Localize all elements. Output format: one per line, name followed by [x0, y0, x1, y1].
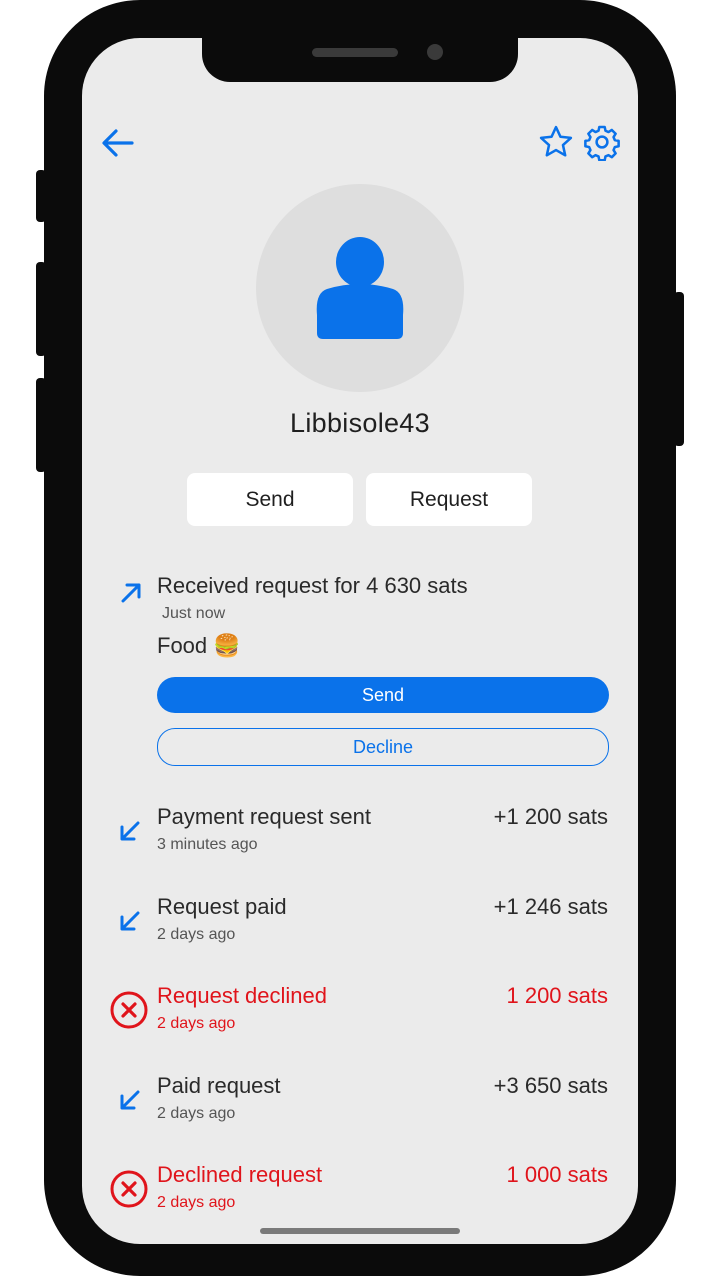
arrow-down-left-icon [115, 906, 145, 936]
pending-decline-button[interactable]: Decline [157, 728, 609, 766]
star-icon [539, 125, 573, 157]
pending-request-time: Just now [162, 605, 226, 622]
profile-username: Libbisole43 [290, 408, 430, 438]
transaction-time: 3 minutes ago [157, 836, 258, 853]
pending-send-button[interactable]: Send [157, 677, 609, 713]
transaction-amount: 1 200 sats [506, 983, 608, 1008]
notch [202, 38, 518, 82]
side-button-volume-up [36, 262, 46, 356]
send-button[interactable]: Send [187, 473, 353, 526]
transaction-time: 2 days ago [157, 1194, 236, 1211]
transaction-amount: 1 000 sats [506, 1162, 608, 1187]
request-button[interactable]: Request [366, 473, 532, 526]
transaction-title: Paid request [157, 1073, 281, 1098]
arrow-up-right-icon [116, 578, 146, 608]
transaction-amount: +3 650 sats [493, 1073, 608, 1098]
home-indicator[interactable] [260, 1228, 460, 1234]
back-button[interactable] [98, 126, 138, 160]
gear-icon [584, 125, 620, 161]
side-button-volume-down [36, 378, 46, 472]
avatar [256, 184, 464, 392]
pending-request-title: Received request for 4 630 sats [157, 573, 468, 598]
pending-request-note: Food 🍔 [157, 633, 241, 658]
declined-x-icon [109, 990, 149, 1030]
side-button-mute [36, 170, 46, 222]
arrow-down-left-icon [115, 1085, 145, 1115]
transaction-time: 2 days ago [157, 926, 236, 943]
transaction-title: Payment request sent [157, 804, 372, 829]
transaction-time: 2 days ago [157, 1015, 236, 1032]
transaction-title: Request paid [157, 894, 287, 919]
declined-x-icon [109, 1169, 149, 1209]
user-icon [316, 237, 404, 339]
front-camera [427, 44, 443, 60]
app-screen: Libbisole43 Send Request Received reques… [82, 38, 638, 1244]
transaction-amount: +1 246 sats [493, 894, 608, 919]
favorite-button[interactable] [536, 122, 576, 162]
settings-button[interactable] [582, 122, 622, 162]
transaction-title: Declined request [157, 1162, 323, 1187]
transaction-title: Request declined [157, 983, 328, 1008]
arrow-down-left-icon [115, 816, 145, 846]
arrow-left-icon [102, 129, 134, 157]
speaker [312, 48, 398, 57]
transaction-time: 2 days ago [157, 1105, 236, 1122]
side-button-power [674, 292, 684, 446]
transaction-amount: +1 200 sats [493, 804, 608, 829]
